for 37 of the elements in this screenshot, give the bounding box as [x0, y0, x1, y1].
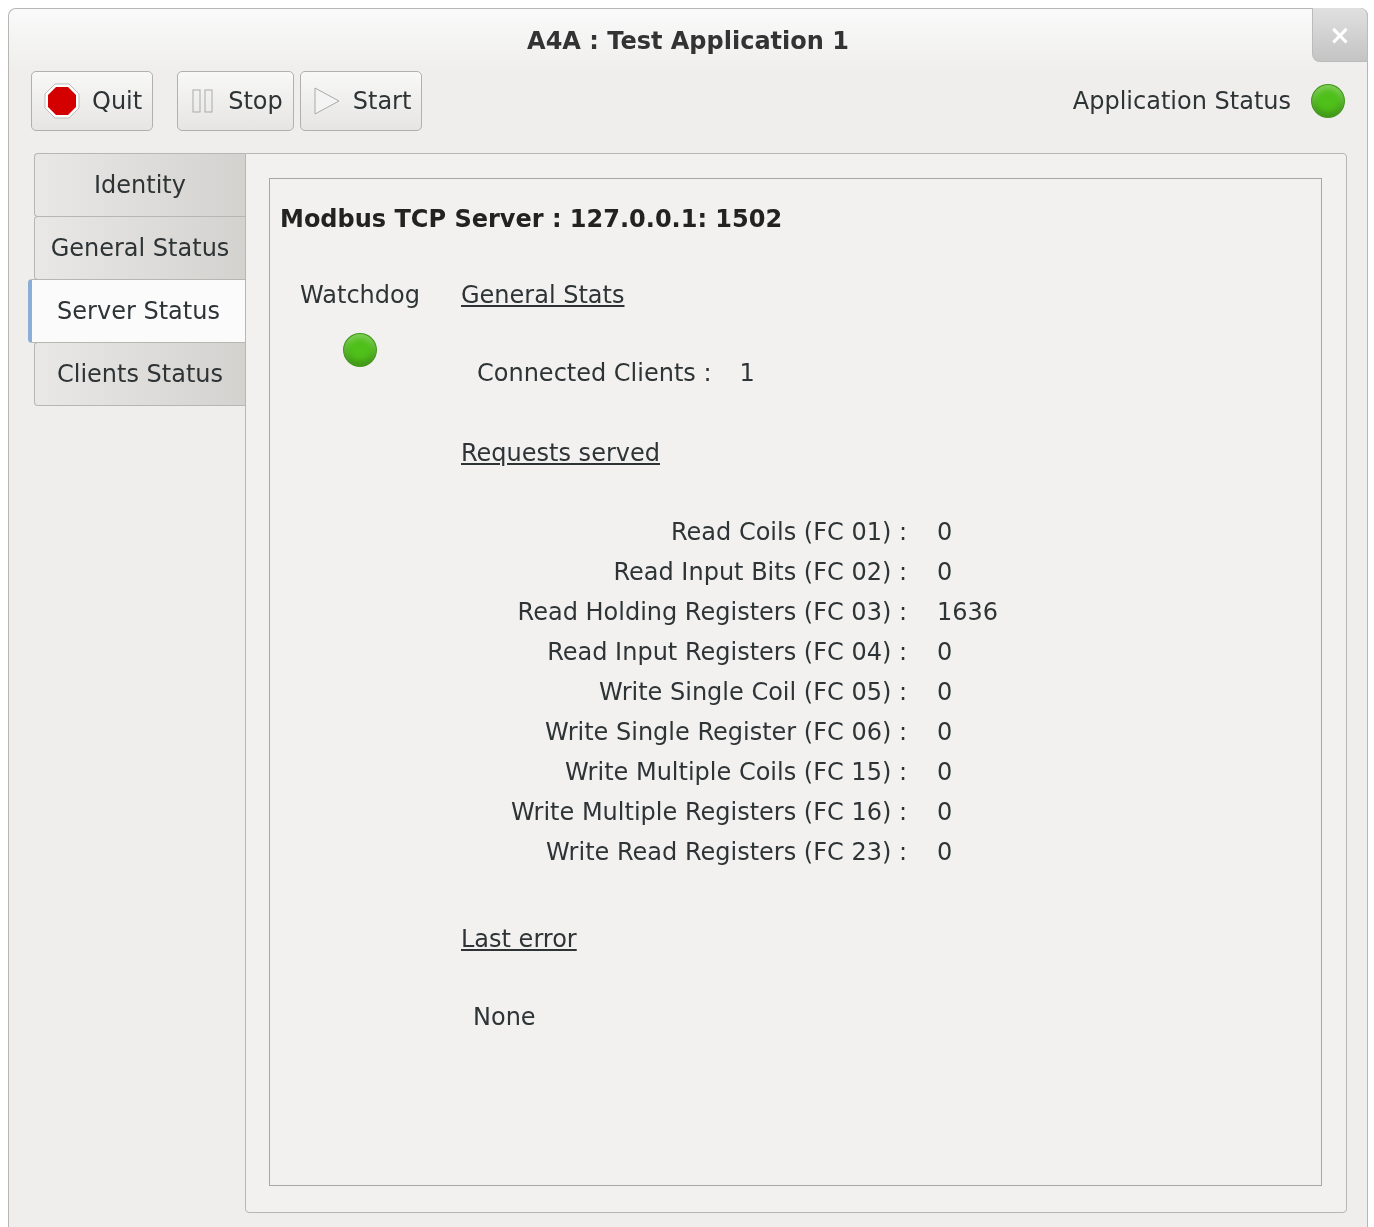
tab[interactable]: Server Status — [28, 279, 245, 343]
stat-label: Connected Clients : — [477, 359, 712, 387]
section-heading: General Stats — [461, 281, 625, 309]
stat-value: 0 — [937, 717, 954, 747]
play-icon — [312, 86, 341, 116]
error-text: None — [473, 1003, 536, 1031]
window-title: A4A : Test Application 1 — [527, 27, 849, 55]
section-heading: Last error — [461, 925, 577, 953]
tab[interactable]: Clients Status — [34, 342, 245, 406]
server-title: Modbus TCP Server : 127.0.0.1: 1502 — [280, 205, 784, 233]
section-heading: Requests served — [461, 439, 660, 467]
stat-value: 0 — [937, 757, 954, 787]
tab[interactable]: General Status — [34, 216, 245, 280]
stop-sign-icon — [44, 83, 80, 119]
watchdog-label: Watchdog — [300, 281, 420, 309]
stat-label: Read Input Registers (FC 04) : — [547, 637, 907, 667]
stat-value: 1 — [739, 359, 755, 387]
stat-value: 0 — [937, 837, 954, 867]
stat-label: Read Input Bits (FC 02) : — [613, 557, 907, 587]
stat-value: 0 — [937, 557, 954, 587]
status-label: Application Status — [1072, 87, 1291, 115]
stat-label: Write Single Coil (FC 05) : — [599, 677, 907, 707]
stat-label: Write Single Register (FC 06) : — [545, 717, 907, 747]
stat-label: Write Read Registers (FC 23) : — [545, 837, 907, 867]
stop-button[interactable]: Stop — [177, 71, 294, 131]
stat-value: 0 — [937, 637, 954, 667]
quit-button[interactable]: Quit — [31, 71, 154, 131]
tab[interactable]: Identity — [34, 153, 245, 217]
stat-label: Write Multiple Registers (FC 16) : — [510, 797, 907, 827]
stat-value: 0 — [937, 677, 954, 707]
stat-value: 1636 — [937, 597, 999, 627]
stat-label: Read Holding Registers (FC 03) : — [517, 597, 907, 627]
stat-label: Write Multiple Coils (FC 15) : — [564, 757, 907, 787]
stat-label: Read Coils (FC 01) : — [671, 517, 907, 547]
stat-value: 0 — [937, 797, 954, 827]
stat-value: 0 — [937, 517, 954, 547]
start-button[interactable]: Start — [299, 71, 423, 131]
